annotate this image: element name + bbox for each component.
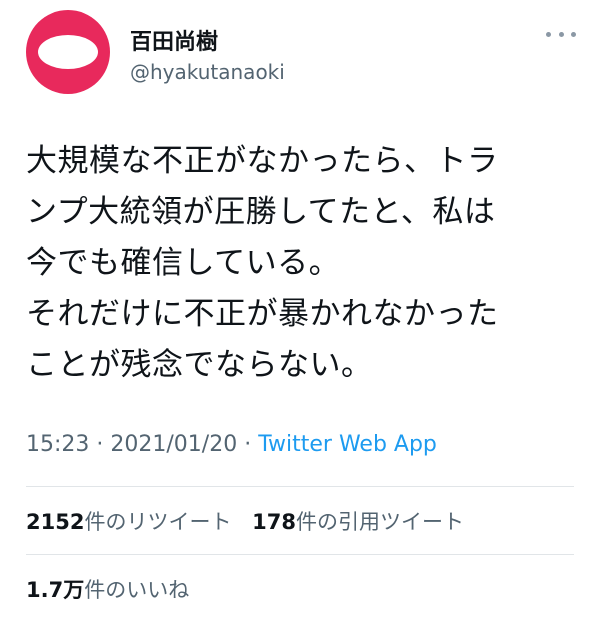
dot [571,31,576,37]
avatar[interactable] [26,10,110,94]
tweet-text-line: ことが残念でならない。 [26,347,373,383]
likes-stat[interactable]: 1.7万件のいいね [26,578,189,602]
tweet-text: 大規模な不正がなかったら、トラ ンプ大統領が圧勝してたと、私は 今でも確信してい… [26,136,576,391]
likes-row: 1.7万件のいいね [26,574,203,604]
tweet-header: 百田尚樹 @hyakutanaoki [0,0,600,110]
divider [26,486,574,487]
quotes-label: 件の引用ツイート [295,510,464,534]
tweet-date[interactable]: 2021/01/20 [110,432,237,457]
tweet-text-line: それだけに不正が暴かれなかった [26,296,499,332]
retweets-count: 2152 [26,510,85,534]
stats-row: 2152件のリツイート 178件の引用ツイート [26,506,478,536]
username[interactable]: @hyakutanaoki [130,60,285,84]
tweet-time[interactable]: 15:23 [26,432,89,457]
likes-count: 1.7万 [26,578,85,602]
dot [558,31,564,37]
dot [546,31,551,37]
divider [26,554,574,555]
avatar-graphic [38,35,98,69]
quotes-count: 178 [252,510,296,534]
retweets-label: 件のリツイート [84,510,232,534]
likes-label: 件のいいね [84,578,190,602]
meta-separator: · [96,432,104,457]
quotes-stat[interactable]: 178件の引用ツイート [252,510,464,534]
source-app-link[interactable]: Twitter Web App [258,432,437,457]
meta-separator: · [244,432,252,457]
tweet-text-line: ンプ大統領が圧勝してたと、私は [26,194,496,230]
tweet-meta: 15:23 · 2021/01/20 · Twitter Web App [26,432,437,457]
tweet-text-line: 今でも確信している。 [26,245,341,281]
retweets-stat[interactable]: 2152件のリツイート [26,510,231,534]
tweet-text-line: 大規模な不正がなかったら、トラ [26,143,499,179]
more-horizontal-icon[interactable] [546,24,576,44]
display-name[interactable]: 百田尚樹 [130,24,218,56]
